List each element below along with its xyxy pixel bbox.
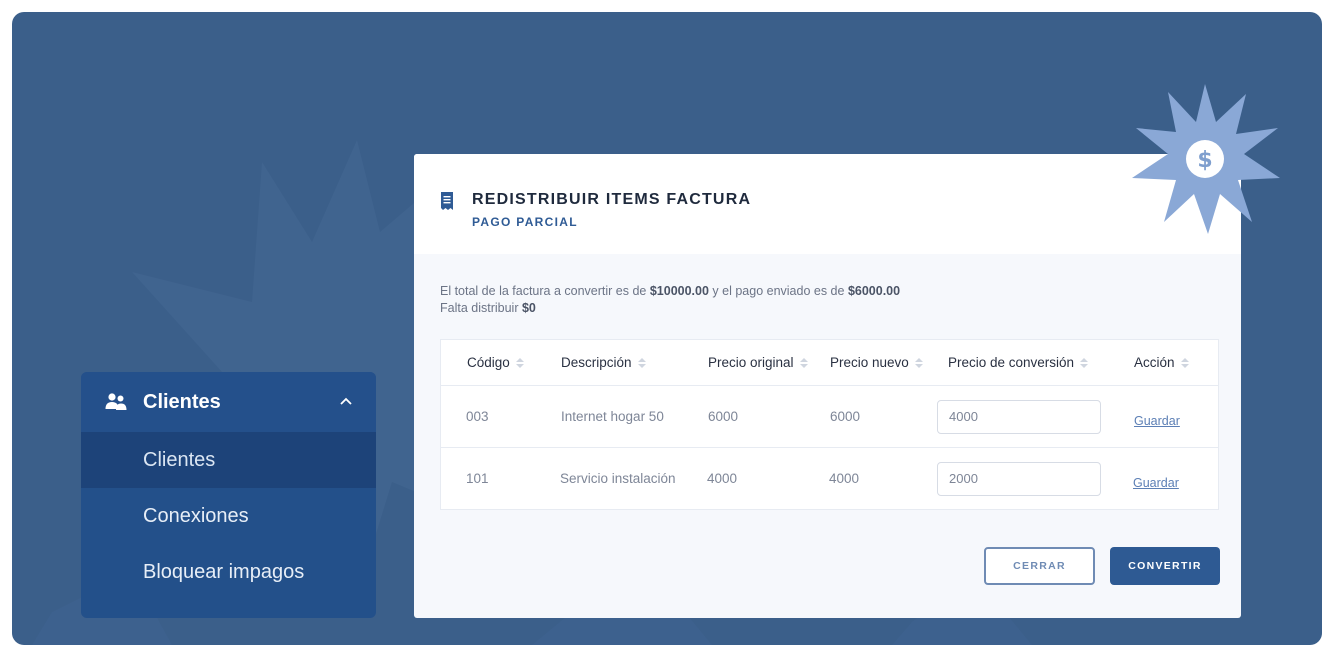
cell-code: 101 xyxy=(466,471,489,486)
sort-icon xyxy=(637,357,646,368)
cell-original-price: 6000 xyxy=(708,409,739,424)
sort-icon xyxy=(914,357,923,368)
users-icon xyxy=(105,393,127,410)
column-header-codigo[interactable]: Código xyxy=(467,340,524,385)
close-button[interactable]: CERRAR xyxy=(984,547,1095,585)
sort-icon xyxy=(515,357,524,368)
sort-icon xyxy=(799,357,808,368)
sidebar-section-title: Clientes xyxy=(143,390,221,413)
modal-title: REDISTRIBUIR ITEMS FACTURA xyxy=(472,191,752,208)
sidebar-item-conexiones[interactable]: Conexiones xyxy=(81,488,376,544)
document-icon xyxy=(441,192,453,210)
sidebar-menu: Clientes Clientes Conexiones Bloquear im… xyxy=(81,372,376,618)
table-row: 003 Internet hogar 50 6000 6000 Guardar xyxy=(441,386,1218,448)
column-header-accion[interactable]: Acción xyxy=(1134,340,1189,385)
dollar-icon: $ xyxy=(1197,148,1212,173)
save-link[interactable]: Guardar xyxy=(1133,476,1179,490)
save-link[interactable]: Guardar xyxy=(1134,414,1180,428)
convert-button[interactable]: CONVERTIR xyxy=(1110,547,1220,585)
payment-amount: $6000.00 xyxy=(847,284,901,298)
cell-code: 003 xyxy=(466,409,489,424)
sidebar-item-clientes[interactable]: Clientes xyxy=(81,432,376,488)
sidebar-section-header[interactable]: Clientes xyxy=(81,372,376,432)
invoice-summary: El total de la factura a convertir es de… xyxy=(440,284,901,315)
sidebar-item-bloquear-impagos[interactable]: Bloquear impagos xyxy=(81,544,376,600)
table-header-row: Código Descripción Precio original Preci… xyxy=(441,340,1218,386)
items-table: Código Descripción Precio original Preci… xyxy=(440,339,1219,510)
chevron-up-icon[interactable] xyxy=(338,394,354,410)
redistribute-modal: REDISTRIBUIR ITEMS FACTURA PAGO PARCIAL … xyxy=(414,84,1280,618)
column-header-precio-conversion[interactable]: Precio de conversión xyxy=(948,340,1089,385)
dollar-badge-icon: $ xyxy=(1132,84,1280,234)
sort-icon xyxy=(1080,357,1089,368)
cell-description: Internet hogar 50 xyxy=(561,409,664,424)
conversion-price-input[interactable] xyxy=(937,399,1101,434)
sort-icon xyxy=(1180,357,1189,368)
table-row: 101 Servicio instalación 4000 4000 Guard… xyxy=(441,448,1218,509)
invoice-total: $10000.00 xyxy=(649,284,709,298)
remaining-amount: $0 xyxy=(521,301,536,315)
modal-header: REDISTRIBUIR ITEMS FACTURA PAGO PARCIAL xyxy=(414,154,1241,254)
modal-subtitle: PAGO PARCIAL xyxy=(472,215,578,229)
column-header-precio-nuevo[interactable]: Precio nuevo xyxy=(830,340,923,385)
column-header-precio-original[interactable]: Precio original xyxy=(708,340,808,385)
cell-description: Servicio instalación xyxy=(560,471,676,486)
cell-new-price: 6000 xyxy=(830,409,861,424)
column-header-descripcion[interactable]: Descripción xyxy=(561,340,646,385)
cell-original-price: 4000 xyxy=(707,471,738,486)
conversion-price-input[interactable] xyxy=(937,461,1101,496)
cell-new-price: 4000 xyxy=(829,471,860,486)
